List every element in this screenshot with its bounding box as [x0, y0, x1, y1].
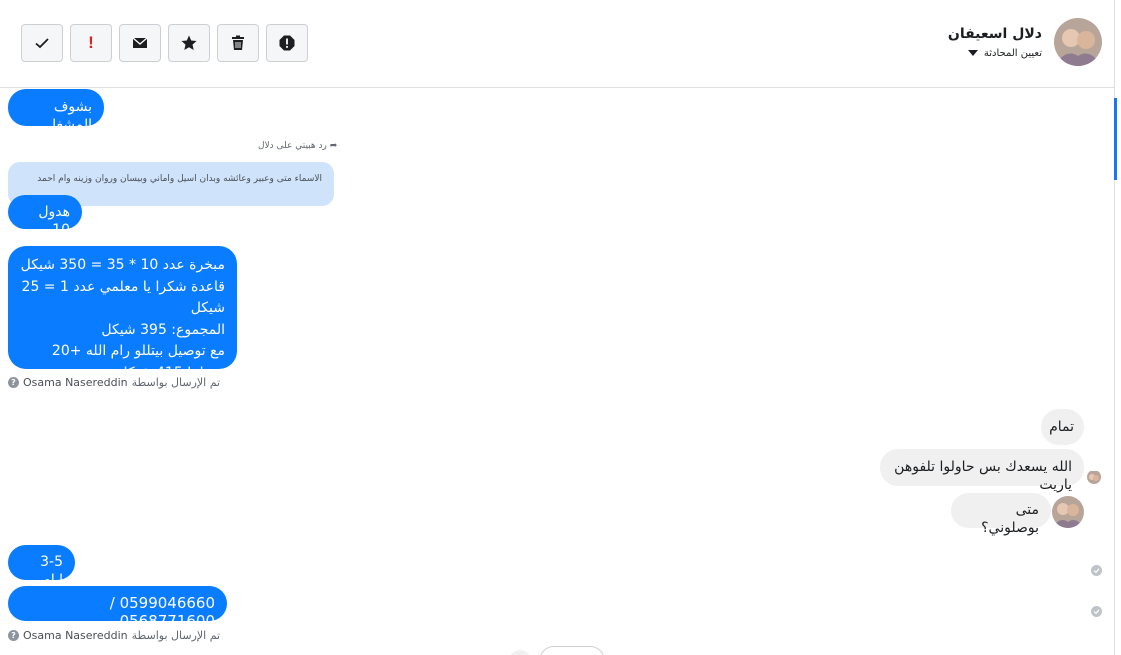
scroll-indicator[interactable]: [509, 650, 531, 655]
message-incoming[interactable]: تمام: [1041, 409, 1084, 445]
message-line: المجموع: 395 شيكل: [101, 321, 225, 338]
sent-by-note: ? Osama Nasereddin تم الإرسال بواسطة: [8, 629, 220, 642]
new-messages-pill[interactable]: [539, 646, 605, 655]
message-incoming[interactable]: متى بوصلوني؟: [951, 493, 1051, 536]
mark-done-button[interactable]: [21, 24, 63, 62]
contact-name: دلال اسعيفان: [947, 25, 1042, 42]
message-outgoing[interactable]: 3-5 ايام: [8, 545, 75, 588]
assign-conversation-dropdown[interactable]: تعيين المحادثة: [948, 48, 1042, 59]
seen-avatar: [1087, 470, 1101, 484]
message-outgoing[interactable]: هدول 10: [8, 195, 82, 238]
star-button[interactable]: [168, 24, 210, 62]
message-text: بشوف المشغل: [45, 99, 92, 133]
reply-label-text: رد هبيتي على دلال: [258, 141, 327, 151]
envelope-icon: [132, 37, 148, 48]
toolbar: !: [21, 24, 308, 62]
message-line: قاعدة شكرا يا معلمي عدد 1 = 25 شيكل: [21, 278, 225, 317]
sent-by-label: تم الإرسال بواسطة: [131, 629, 221, 642]
caret-down-icon: [967, 50, 978, 56]
message-line: مع توصيل بيتللو رام الله +20: [51, 343, 225, 359]
trash-icon: [232, 35, 244, 50]
assign-label: تعيين المحادثة: [983, 47, 1042, 59]
delivered-icon: [1091, 606, 1102, 617]
quoted-text: الاسماء متى وعبير وعائشه وبدان اسيل واما…: [37, 174, 322, 184]
message-outgoing[interactable]: بشوف المشغل: [8, 89, 104, 133]
question-icon[interactable]: ?: [8, 630, 19, 641]
delivered-icon: [1091, 565, 1102, 576]
message-text: تمام: [1049, 419, 1074, 435]
avatar: [1052, 496, 1084, 528]
message-incoming[interactable]: الله يسعدك بس حاولوا تلفوهن ياريت: [880, 449, 1084, 493]
star-icon: [181, 35, 197, 50]
alert-octagon-icon: [279, 35, 295, 51]
check-icon: [35, 38, 49, 49]
report-spam-button[interactable]: [266, 24, 308, 62]
sent-by-label: تم الإرسال بواسطة: [131, 376, 221, 389]
scrollbar[interactable]: [1114, 98, 1117, 180]
sent-by-note: ? Osama Nasereddin تم الإرسال بواسطة: [8, 376, 220, 389]
message-text: الله يسعدك بس حاولوا تلفوهن ياريت: [894, 459, 1072, 493]
delete-button[interactable]: [217, 24, 259, 62]
sender-name[interactable]: Osama Nasereddin: [23, 629, 128, 642]
contact-info: دلال اسعيفان تعيين المحادثة: [948, 18, 1102, 66]
message-text: 3-5 ايام: [40, 554, 63, 588]
mark-unread-button[interactable]: [119, 24, 161, 62]
reply-label: ➦ رد هبيتي على دلال: [258, 141, 337, 151]
message-outgoing[interactable]: 0599046660 / 0568771600: [8, 586, 227, 630]
reply-arrow-icon: ➦: [329, 141, 338, 151]
mark-important-button[interactable]: !: [70, 24, 112, 62]
avatar[interactable]: [1054, 18, 1102, 66]
message-outgoing[interactable]: مبخرة عدد 10 * 35 = 350 شيكل قاعدة شكرا …: [8, 246, 237, 381]
message-text: 0599046660 / 0568771600: [109, 594, 215, 630]
question-icon[interactable]: ?: [8, 377, 19, 388]
message-text: هدول 10: [38, 204, 70, 238]
message-line: مبخرة عدد 10 * 35 = 350 شيكل: [20, 257, 225, 273]
conversation-header: ! دلال اسعيفان تعيين المحادثة: [0, 0, 1114, 88]
message-text: متى بوصلوني؟: [981, 502, 1039, 536]
sender-name[interactable]: Osama Nasereddin: [23, 376, 128, 389]
exclamation-icon: !: [88, 33, 94, 52]
